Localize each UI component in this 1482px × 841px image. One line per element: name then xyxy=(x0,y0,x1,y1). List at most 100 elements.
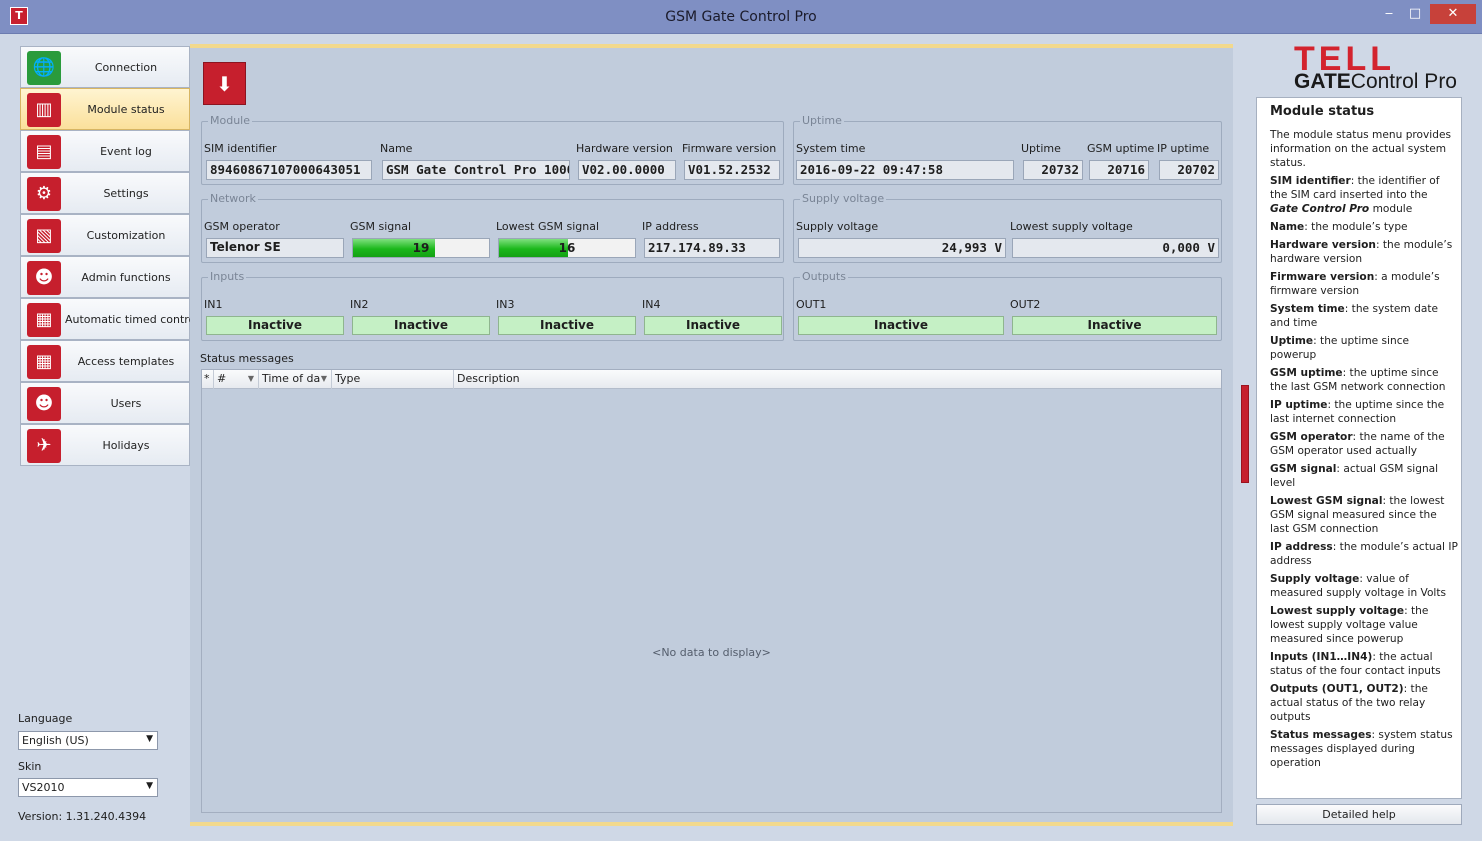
sim-identifier-field: 89460867107000643051 xyxy=(206,160,372,180)
group-title: Module xyxy=(208,114,252,127)
column-header-number[interactable]: # ▼ xyxy=(214,370,259,389)
input-status: Inactive xyxy=(644,316,782,335)
sidebar-item-module-status[interactable]: ▥ Module status xyxy=(20,88,190,130)
logo-rest-text: Control Pro xyxy=(1350,70,1457,93)
help-entry: Outputs (OUT1, OUT2): the actual status … xyxy=(1270,682,1458,724)
filter-icon[interactable]: ▼ xyxy=(321,370,327,388)
name-field: GSM Gate Control Pro 1000 xyxy=(382,160,570,180)
skin-select[interactable]: VS2010 ▼ xyxy=(18,778,158,797)
lowest-supply-voltage-label: Lowest supply voltage xyxy=(1010,220,1133,233)
sidebar-item-label: Access templates xyxy=(77,355,175,368)
help-entry-term: Hardware version xyxy=(1270,239,1376,251)
output-status: Inactive xyxy=(1012,316,1217,335)
help-entry: SIM identifier: the identifier of the SI… xyxy=(1270,174,1458,216)
sidebar-nav: 🌐 Connection ▥ Module status ▤ Event log ⚙ Sett… xyxy=(20,46,198,466)
network-group: Network GSM operator Telenor SE GSM sign… xyxy=(201,192,784,263)
calendar-plane-icon: ✈ xyxy=(27,429,61,463)
output-label: OUT1 xyxy=(796,298,827,311)
help-entry: Inputs (IN1…IN4): the actual status of t… xyxy=(1270,650,1458,678)
help-entry-term: SIM identifier xyxy=(1270,175,1351,187)
sim-identifier-label: SIM identifier xyxy=(204,142,277,155)
uptime-group: Uptime System time 2016-09-22 09:47:58 U… xyxy=(793,114,1222,185)
lowest-gsm-signal-bar: 16 xyxy=(498,238,636,258)
help-entry-term: Uptime xyxy=(1270,335,1314,347)
help-entry-term: Outputs (OUT1, OUT2) xyxy=(1270,683,1404,695)
filter-icon[interactable]: ▼ xyxy=(248,370,254,388)
help-entry: Lowest GSM signal: the lowest GSM signal… xyxy=(1270,494,1458,536)
grid-header: * # ▼ Time of da ▼ Type Description xyxy=(202,370,1221,389)
help-entry-term: Name xyxy=(1270,221,1305,233)
input-label: IN3 xyxy=(496,298,515,311)
version-text: Version: 1.31.240.4394 xyxy=(18,810,147,823)
sidebar-item-holidays[interactable]: ✈ Holidays xyxy=(20,424,190,466)
bar-chart-icon: ▥ xyxy=(27,93,61,127)
help-entry-term: IP uptime xyxy=(1270,399,1328,411)
help-entry-term: GSM operator xyxy=(1270,431,1353,443)
help-title: Module status xyxy=(1270,104,1375,119)
language-label: Language xyxy=(18,712,73,725)
sidebar-item-label: Holidays xyxy=(102,439,150,452)
help-panel[interactable]: Module status The module status menu pro… xyxy=(1256,97,1462,799)
input-label: IN4 xyxy=(642,298,661,311)
system-time-label: System time xyxy=(796,142,866,155)
sidebar-item-label: Module status xyxy=(87,103,165,116)
hardware-version-label: Hardware version xyxy=(576,142,673,155)
gsm-operator-label: GSM operator xyxy=(204,220,280,233)
input-status: Inactive xyxy=(498,316,636,335)
sidebar-item-customization[interactable]: ▧ Customization xyxy=(20,214,190,256)
calendar-clock-icon: ▦ xyxy=(27,303,61,337)
help-entry: Hardware version: the module’s hardware … xyxy=(1270,238,1458,266)
maximize-button[interactable]: □ xyxy=(1404,4,1426,24)
help-entry-term: Status messages xyxy=(1270,729,1372,741)
language-select[interactable]: English (US) ▼ xyxy=(18,731,158,750)
globe-icon: 🌐 xyxy=(27,51,61,85)
gsm-uptime-field: 20716 xyxy=(1089,160,1149,180)
tell-logo: TELL GATEControl Pro xyxy=(1290,42,1457,94)
gsm-uptime-label: GSM uptime xyxy=(1087,142,1155,155)
help-entry: Uptime: the uptime since powerup xyxy=(1270,334,1458,362)
sidebar-item-access-templates[interactable]: ▦ Access templates xyxy=(20,340,190,382)
column-header-type[interactable]: Type xyxy=(332,370,454,389)
help-entry: IP address: the module’s actual IP addre… xyxy=(1270,540,1458,568)
input-status: Inactive xyxy=(352,316,490,335)
sidebar-item-label: Users xyxy=(110,397,142,410)
sidebar-item-label: Admin functions xyxy=(81,271,171,284)
sidebar-item-connection[interactable]: 🌐 Connection xyxy=(20,46,190,88)
gsm-signal-bar: 19 xyxy=(352,238,490,258)
sidebar-item-settings[interactable]: ⚙ Settings xyxy=(20,172,190,214)
sidebar-item-automatic-timed-control[interactable]: ▦ Automatic timed control xyxy=(20,298,198,340)
help-entry-term: GSM signal xyxy=(1270,463,1337,475)
supply-voltage-label: Supply voltage xyxy=(796,220,879,233)
ip-uptime-label: IP uptime xyxy=(1157,142,1210,155)
chevron-down-icon[interactable]: ▼ xyxy=(146,734,153,744)
module-download-icon[interactable]: ⬇ xyxy=(203,62,246,105)
chevron-down-icon[interactable]: ▼ xyxy=(146,781,153,791)
document-gear-icon: ▧ xyxy=(27,219,61,253)
column-header-indicator[interactable]: * xyxy=(202,370,214,389)
group-title: Inputs xyxy=(208,270,247,283)
sidebar-item-users[interactable]: ☻ Users xyxy=(20,382,190,424)
help-entry: Lowest supply voltage: the lowest supply… xyxy=(1270,604,1458,646)
help-entry-term: GSM uptime xyxy=(1270,367,1343,379)
ip-uptime-field: 20702 xyxy=(1159,160,1219,180)
input-status: Inactive xyxy=(206,316,344,335)
close-button[interactable]: ✕ xyxy=(1430,4,1476,24)
users-icon: ☻ xyxy=(27,387,61,421)
splitter-handle[interactable] xyxy=(1241,385,1249,483)
column-header-label: Time of da xyxy=(262,372,321,385)
minimize-button[interactable]: ‒ xyxy=(1378,4,1400,24)
column-header-description[interactable]: Description xyxy=(454,370,1220,389)
help-entry-text: : the module’s type xyxy=(1304,221,1408,233)
sidebar-item-admin-functions[interactable]: ☻ Admin functions xyxy=(20,256,190,298)
status-messages-grid[interactable]: * # ▼ Time of da ▼ Type Description <No da… xyxy=(201,369,1222,813)
gears-icon: ⚙ xyxy=(27,177,61,211)
help-entry-term: Lowest supply voltage xyxy=(1270,605,1405,617)
column-header-time[interactable]: Time of da ▼ xyxy=(259,370,332,389)
name-label: Name xyxy=(380,142,413,155)
uptime-field: 20732 xyxy=(1023,160,1083,180)
hardware-version-field: V02.00.0000 xyxy=(578,160,676,180)
sidebar-item-event-log[interactable]: ▤ Event log xyxy=(20,130,190,172)
sidebar-item-label: Customization xyxy=(86,229,166,242)
outputs-group: Outputs OUT1 Inactive OUT2 Inactive xyxy=(793,270,1222,341)
detailed-help-button[interactable]: Detailed help xyxy=(1256,804,1462,825)
